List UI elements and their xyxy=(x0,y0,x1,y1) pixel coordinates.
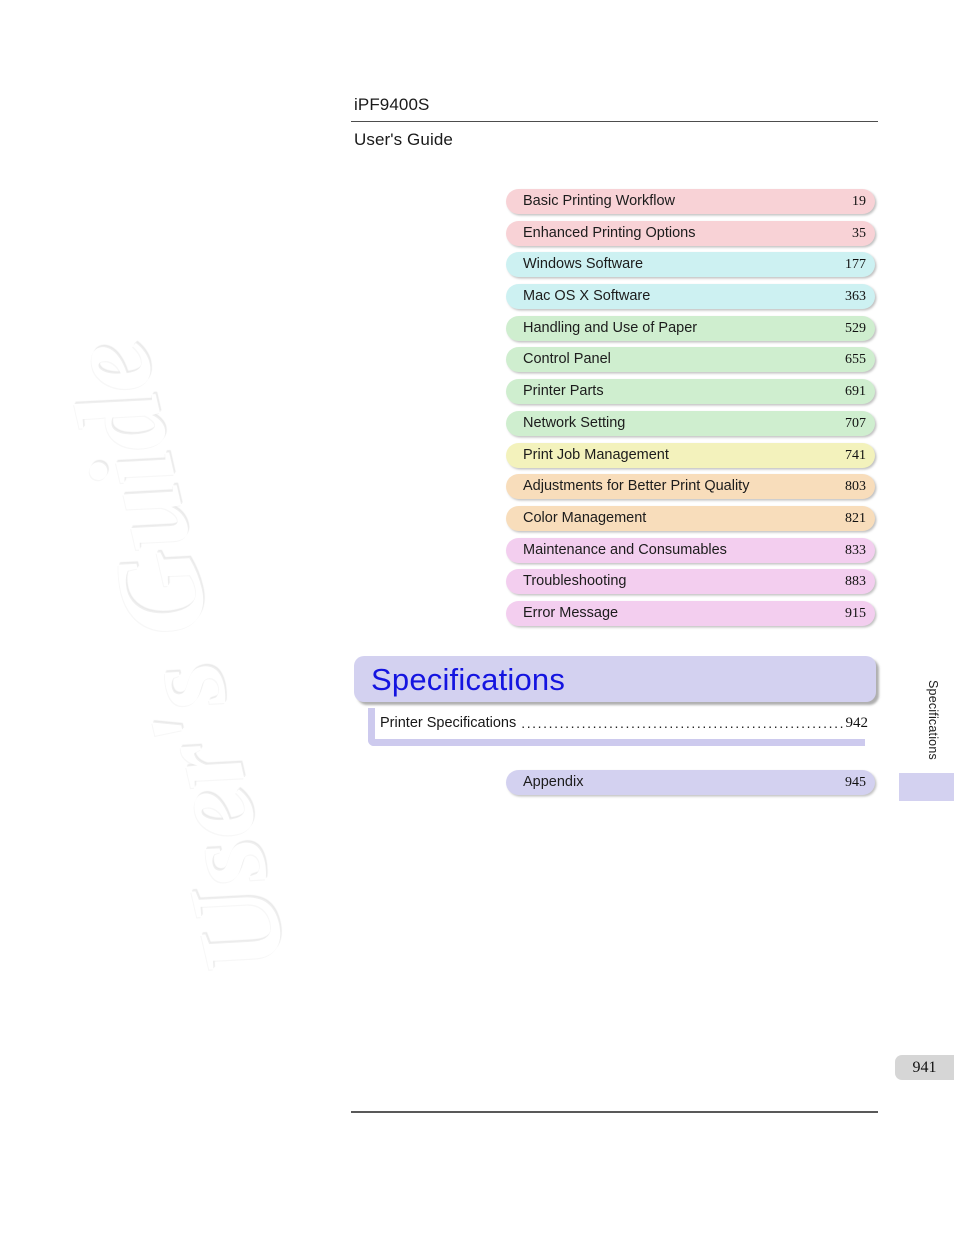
chapter-label: Color Management xyxy=(523,509,647,526)
section-header-banner[interactable]: Specifications xyxy=(354,656,876,702)
chapter-page-number: 655 xyxy=(845,352,866,368)
product-model-title: iPF9400S xyxy=(354,95,430,114)
chapter-page-number: 19 xyxy=(852,194,866,209)
appendix-page-number: 945 xyxy=(845,775,866,790)
toc-bracket-bottom xyxy=(368,739,865,746)
current-section-block: Specifications Printer Specifications...… xyxy=(354,656,876,746)
chapter-page-number: 741 xyxy=(845,447,866,463)
footer-divider xyxy=(351,1111,878,1113)
chapter-page-number: 691 xyxy=(845,384,866,400)
chapter-label: Basic Printing Workflow xyxy=(523,193,676,209)
chapter-row[interactable]: Mac OS X Software 363 xyxy=(506,284,875,310)
chapter-row[interactable]: Color Management 821 xyxy=(506,505,875,531)
guide-type-subtitle: User's Guide xyxy=(354,130,453,149)
appendix-label: Appendix xyxy=(523,774,584,790)
chapter-page-number: 883 xyxy=(845,574,866,590)
appendix-index-row: Appendix 945 xyxy=(506,770,875,802)
chapter-label: Print Job Management xyxy=(523,446,669,463)
chapter-label: Maintenance and Consumables xyxy=(523,541,727,558)
user-guide-watermark: User's Guide xyxy=(39,328,313,986)
section-title: Specifications xyxy=(371,662,566,697)
toc-entry-name: Printer Specifications xyxy=(380,715,517,731)
chapter-label: Adjustments for Better Print Quality xyxy=(523,478,750,495)
chapter-row[interactable]: Basic Printing Workflow 19 xyxy=(506,189,875,214)
chapter-page-number: 529 xyxy=(845,320,866,336)
chapter-label: Windows Software xyxy=(523,256,644,273)
side-tab-label: Specifications xyxy=(926,680,940,760)
chapter-page-number: 707 xyxy=(845,415,866,431)
chapter-label: Mac OS X Software xyxy=(523,288,651,305)
chapter-row[interactable]: Control Panel 655 xyxy=(506,347,875,373)
chapter-page-number: 177 xyxy=(845,257,866,273)
chapter-row[interactable]: Adjustments for Better Print Quality 803 xyxy=(506,474,875,500)
chapter-row[interactable]: Network Setting 707 xyxy=(506,410,875,436)
chapter-row[interactable]: Printer Parts 691 xyxy=(506,379,875,405)
chapter-row[interactable]: Error Message 915 xyxy=(506,600,875,626)
chapter-page-number: 833 xyxy=(845,542,866,558)
chapter-label: Handling and Use of Paper xyxy=(523,319,698,336)
chapter-page-number: 35 xyxy=(852,225,866,241)
header-divider xyxy=(351,121,878,122)
chapter-page-number: 363 xyxy=(845,289,866,305)
chapter-row[interactable]: Windows Software 177 xyxy=(506,252,875,278)
toc-entry-page-number: 942 xyxy=(845,715,869,731)
page-number-badge: 941 xyxy=(895,1055,954,1080)
page-number: 941 xyxy=(912,1059,937,1076)
chapter-page-number: 821 xyxy=(845,510,866,526)
section-toc-entries: Printer Specifications..................… xyxy=(354,708,876,746)
side-tab-marker[interactable] xyxy=(899,773,954,801)
toc-leader-dots: ........................................… xyxy=(521,715,844,731)
toc-entry[interactable]: Printer Specifications..................… xyxy=(367,708,876,738)
chapter-label: Printer Parts xyxy=(523,383,604,400)
document-page: User's Guide iPF9400S User's Guide Basic… xyxy=(0,0,954,1235)
chapter-row[interactable]: Maintenance and Consumables 833 xyxy=(506,537,875,563)
chapter-row[interactable]: Handling and Use of Paper 529 xyxy=(506,315,875,341)
chapter-page-number: 915 xyxy=(845,605,866,621)
chapter-label: Error Message xyxy=(523,604,619,621)
chapter-label: Troubleshooting xyxy=(523,573,627,590)
chapter-index-list: Basic Printing Workflow 19 Enhanced Printi… xyxy=(506,189,875,633)
appendix-row[interactable]: Appendix 945 xyxy=(506,770,875,795)
chapter-row[interactable]: Enhanced Printing Options 35 xyxy=(506,220,875,246)
chapter-label: Network Setting xyxy=(523,414,626,431)
chapter-page-number: 803 xyxy=(845,479,866,495)
chapter-label: Enhanced Printing Options xyxy=(523,224,696,241)
chapter-label: Control Panel xyxy=(523,351,611,368)
chapter-row[interactable]: Print Job Management 741 xyxy=(506,442,875,468)
chapter-row[interactable]: Troubleshooting 883 xyxy=(506,569,875,595)
